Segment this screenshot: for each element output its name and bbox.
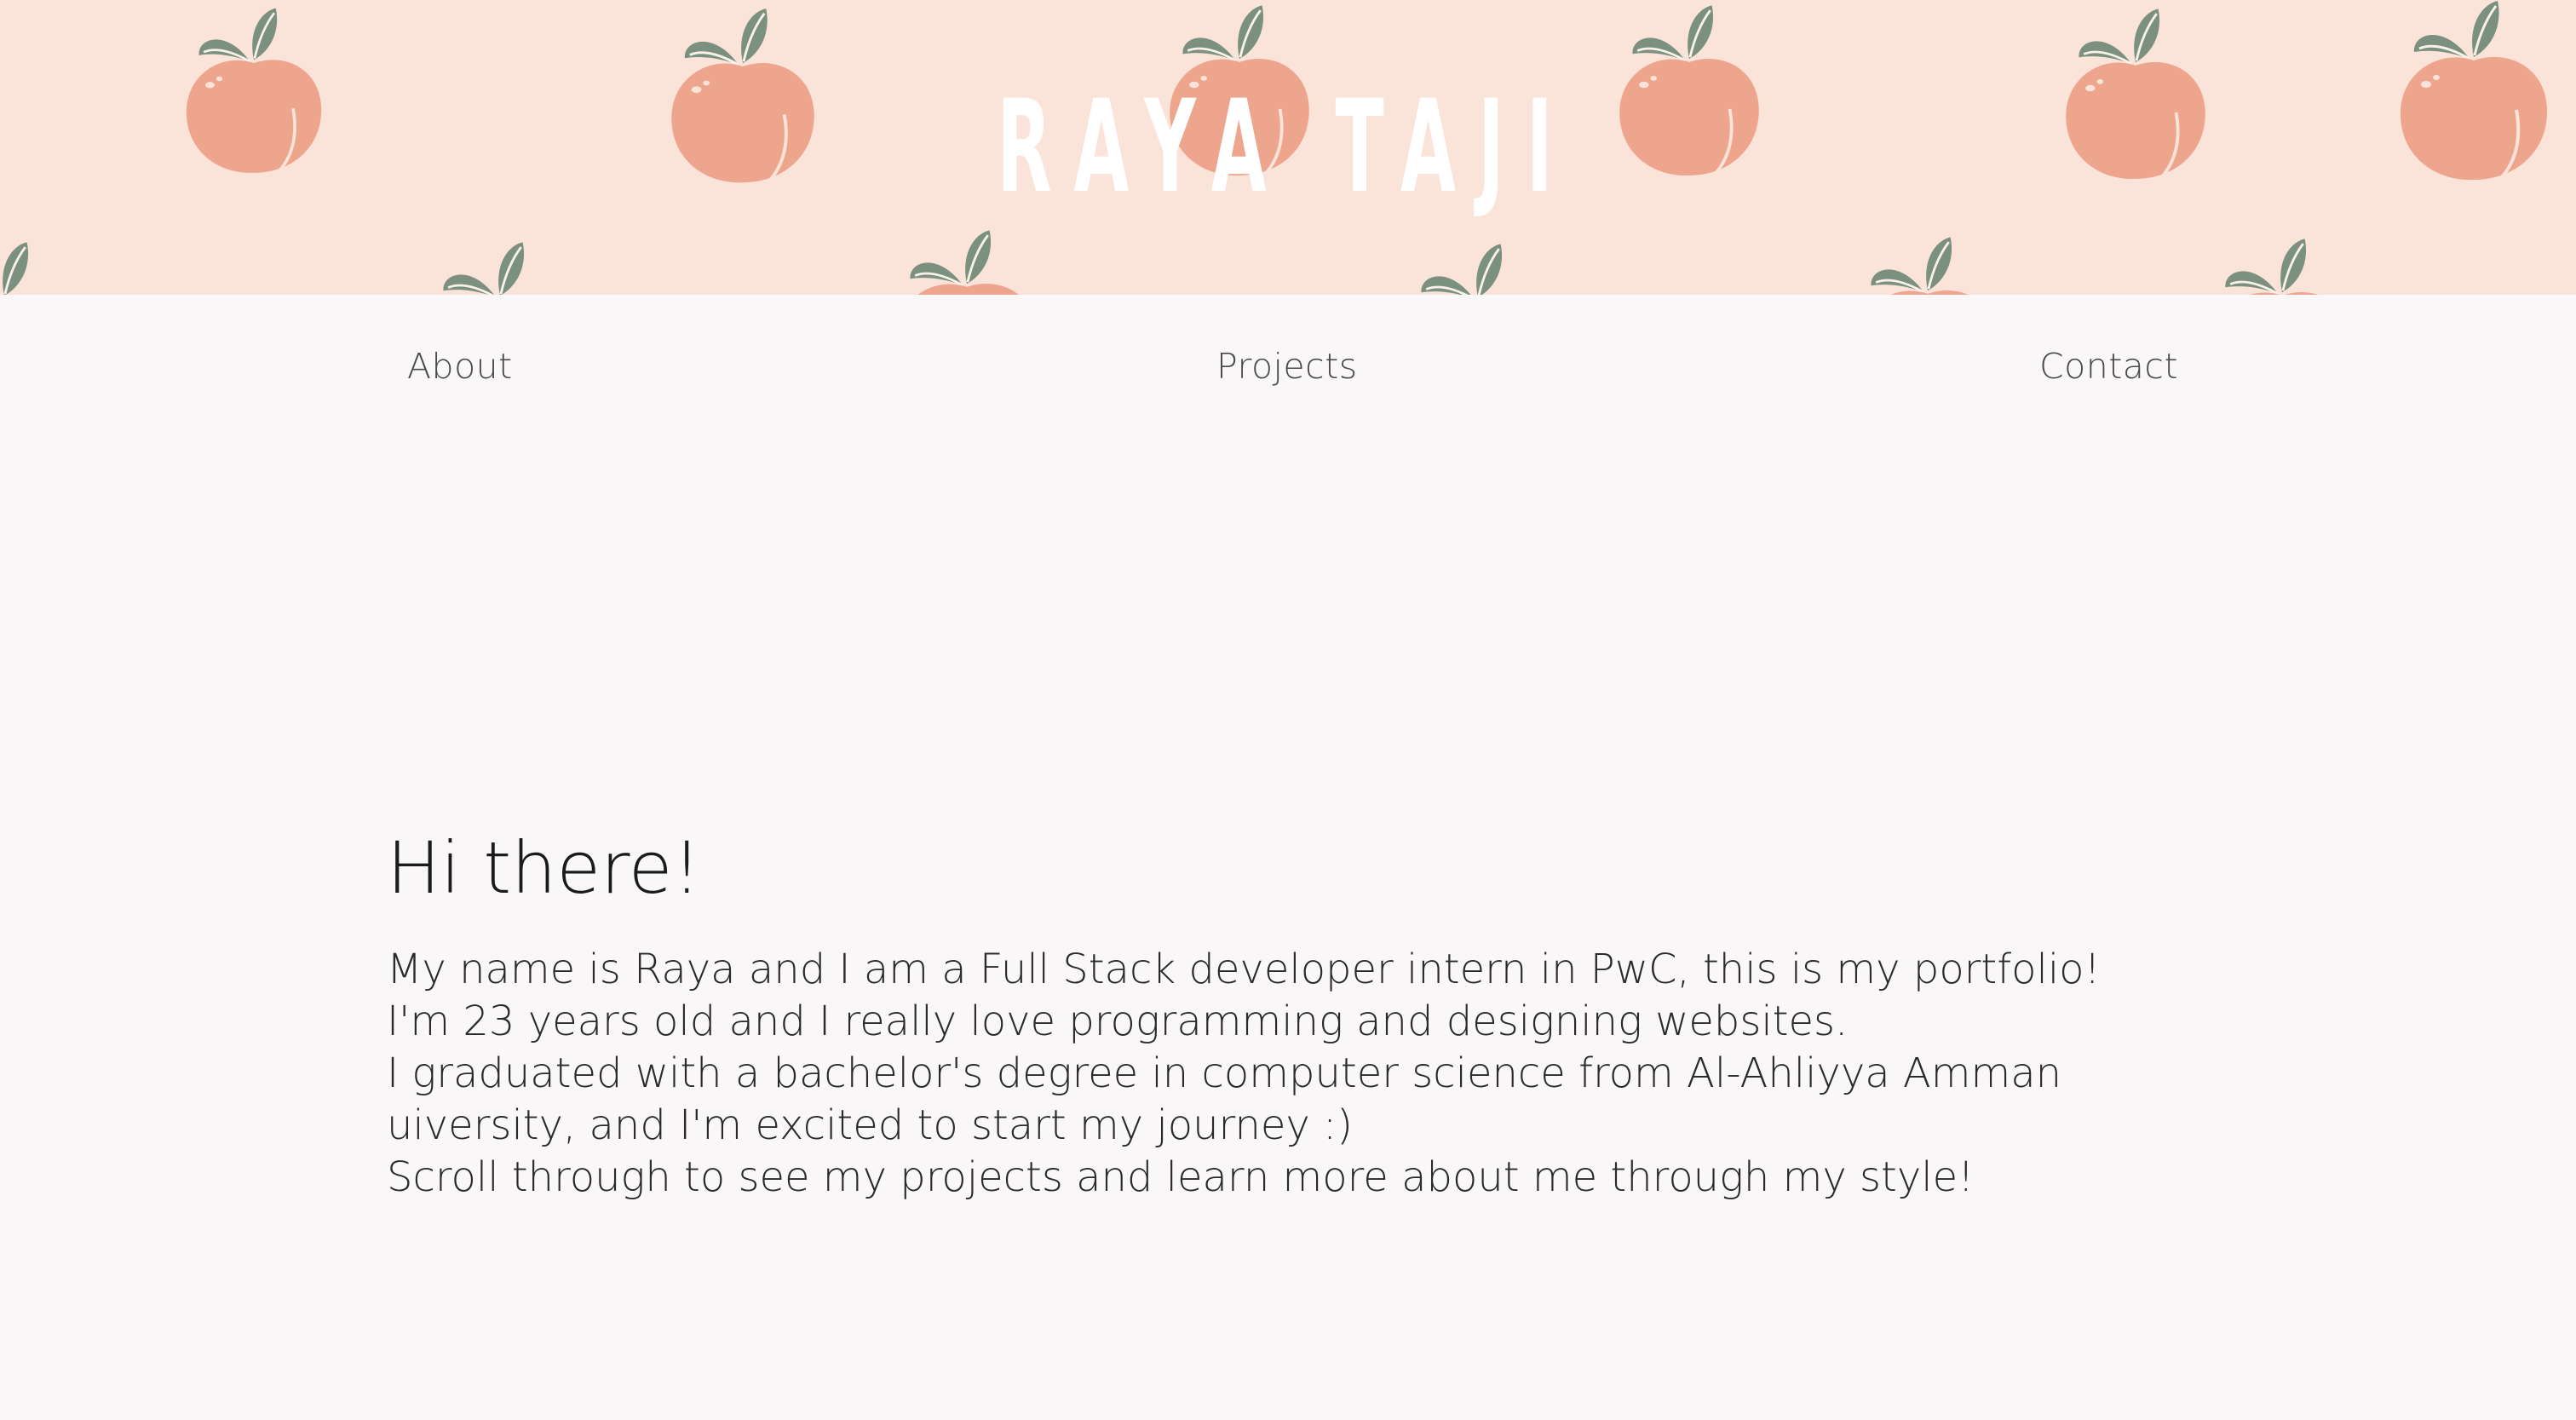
peach-icon [2201,237,2363,295]
peach-icon [0,240,85,295]
peach-icon [2055,7,2217,186]
peach-icon [419,240,581,295]
nav-link-contact[interactable]: Contact [2039,346,2178,387]
nav-link-projects[interactable]: Projects [1216,346,1358,387]
peach-icon [2389,0,2559,189]
intro-line: uiversity, and I'm excited to start my j… [387,1101,1353,1149]
peach-icon [886,228,1048,295]
peach-icon [1847,235,2009,295]
intro-line: I'm 23 years old and I really love progr… [387,997,1849,1045]
main-nav: About Projects Contact [0,295,2576,440]
intro-line: I graduated with a bachelor's degree in … [387,1049,2062,1097]
intro-section: Hi there! My name is Raya and I am a Ful… [387,821,2261,1204]
header-banner: RAYA TAJI [0,0,2576,295]
peach-icon [175,0,332,187]
intro-line: Scroll through to see my projects and le… [387,1153,1975,1201]
peach-icon [1397,242,1559,295]
site-title: RAYA TAJI [996,73,1575,221]
intro-body: My name is Raya and I am a Full Stack de… [387,944,2261,1204]
intro-line: My name is Raya and I am a Full Stack de… [387,946,2101,993]
intro-heading: Hi there! [387,826,702,910]
nav-link-about[interactable]: About [407,346,513,387]
